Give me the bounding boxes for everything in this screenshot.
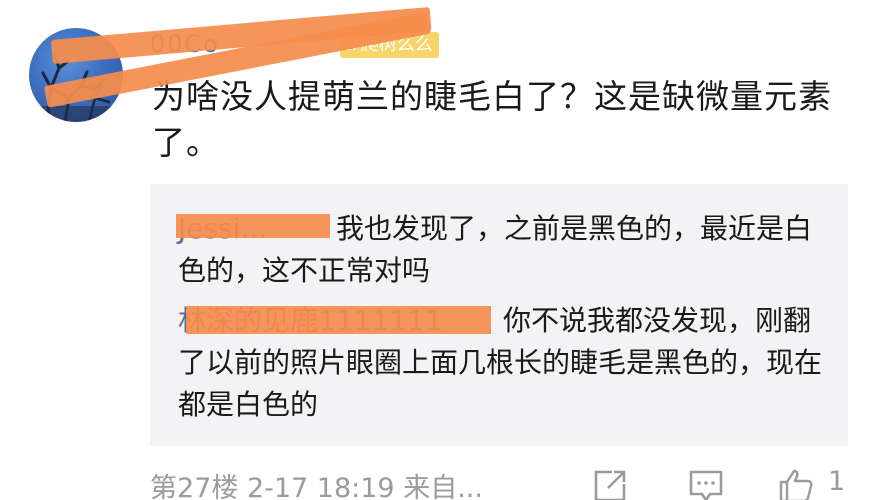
share-icon[interactable]	[592, 468, 628, 500]
redaction-mark	[186, 306, 491, 334]
redaction-mark	[176, 214, 330, 238]
like-count: 1	[828, 466, 846, 497]
comment-card: 00Co LV爬树么么 为啥没人提萌兰的睫毛白了？这是缺微量元素了。 Jessi…	[0, 0, 877, 500]
like-icon[interactable]	[778, 468, 814, 500]
post-footer: 第27楼 2-17 18:19 来自... 1	[150, 466, 850, 500]
post-content: 为啥没人提萌兰的睫毛白了？这是缺微量元素了。	[152, 77, 832, 162]
comment-icon[interactable]	[688, 468, 724, 500]
floor-meta: 第27楼 2-17 18:19 来自...	[150, 473, 483, 500]
